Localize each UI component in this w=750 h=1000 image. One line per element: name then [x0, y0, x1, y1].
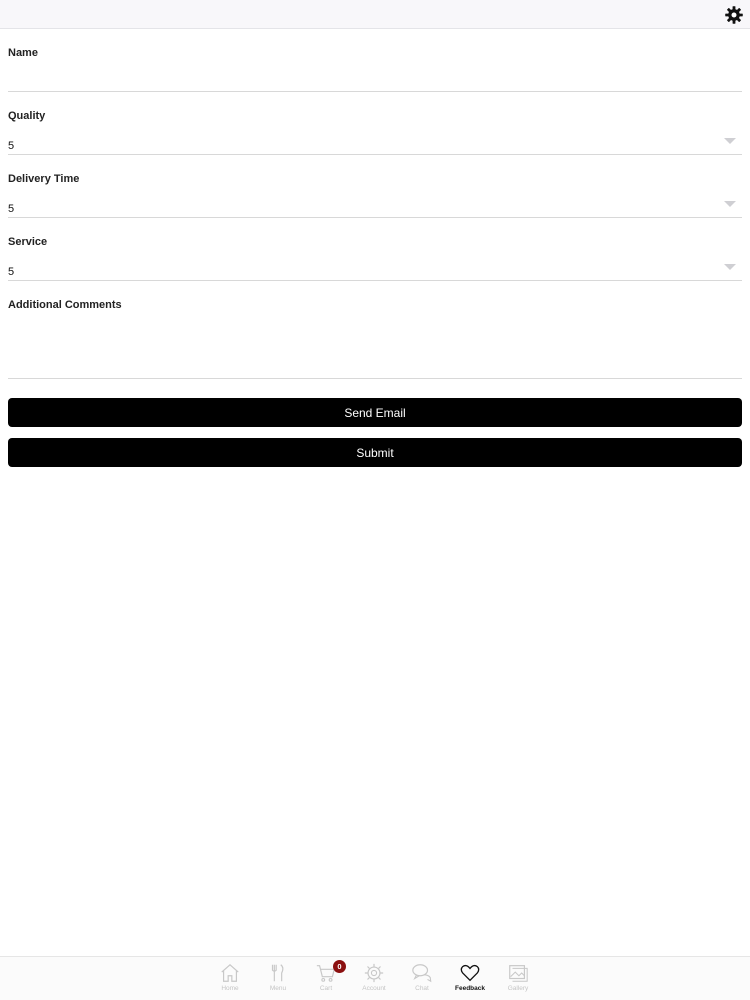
tab-feedback[interactable]: Feedback	[448, 962, 492, 998]
quality-label: Quality	[8, 110, 46, 122]
chevron-down-icon	[724, 138, 736, 144]
quality-underline	[8, 154, 742, 155]
send-email-button[interactable]: Send Email	[8, 398, 742, 427]
service-select[interactable]: 5	[8, 257, 742, 281]
quality-value: 5	[8, 140, 15, 152]
tab-label-cart: Cart	[319, 985, 333, 992]
name-input[interactable]	[8, 65, 742, 91]
quality-select[interactable]: 5	[8, 131, 742, 155]
gallery-icon	[509, 965, 528, 982]
comments-textarea[interactable]	[8, 321, 742, 377]
tab-label-chat: Chat	[415, 985, 429, 992]
tab-label-menu: Menu	[269, 985, 287, 992]
delivery-time-label: Delivery Time	[8, 173, 80, 185]
top-bar	[0, 0, 750, 29]
tab-label-feedback: Feedback	[455, 985, 485, 992]
tab-menu[interactable]: Menu	[256, 962, 300, 998]
service-label: Service	[8, 236, 48, 248]
tab-cart[interactable]: 0 Cart	[304, 960, 348, 998]
cart-count-badge: 0	[333, 960, 346, 973]
chat-icon	[412, 964, 432, 983]
name-label: Name	[8, 47, 38, 59]
tab-gallery[interactable]: Gallery	[496, 962, 540, 998]
utensils-icon	[271, 964, 284, 982]
name-underline	[8, 91, 742, 92]
heart-icon	[460, 964, 480, 982]
tab-label-account: Account	[362, 985, 386, 992]
bottom-tab-bar: Home Menu 0 Cart Account Chat Feedback G…	[0, 956, 750, 1000]
home-icon	[221, 963, 239, 982]
tab-chat[interactable]: Chat	[400, 962, 444, 998]
tab-account[interactable]: Account	[352, 962, 396, 998]
tab-home[interactable]: Home	[208, 962, 252, 998]
delivery-time-value: 5	[8, 203, 15, 215]
delivery-time-select[interactable]: 5	[8, 194, 742, 218]
gear-icon	[364, 963, 384, 983]
submit-button[interactable]: Submit	[8, 438, 742, 467]
gear-icon[interactable]	[724, 5, 744, 25]
tab-label-gallery: Gallery	[507, 985, 529, 992]
delivery-time-underline	[8, 217, 742, 218]
comments-underline	[8, 378, 742, 379]
tab-label-home: Home	[221, 985, 239, 992]
comments-label: Additional Comments	[8, 299, 122, 311]
service-underline	[8, 280, 742, 281]
service-value: 5	[8, 266, 15, 278]
chevron-down-icon	[724, 264, 736, 270]
chevron-down-icon	[724, 201, 736, 207]
